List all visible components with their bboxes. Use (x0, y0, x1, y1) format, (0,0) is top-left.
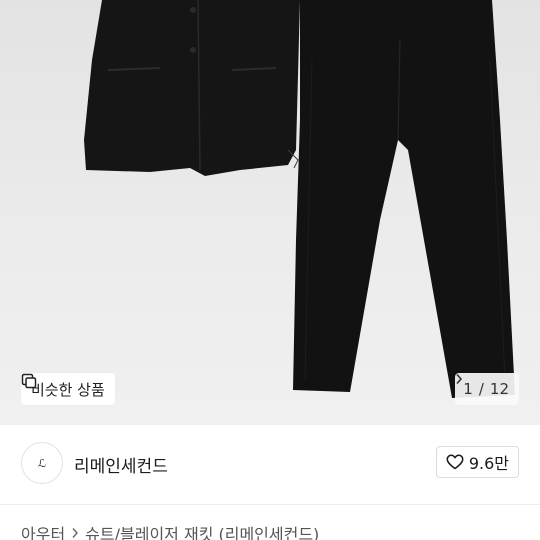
chevron-right-icon (456, 373, 463, 385)
similar-products-button[interactable]: 비슷한 상품 (21, 373, 115, 405)
seller-row[interactable]: ℒ 리메인세컨드 9.6만 (0, 425, 540, 505)
heart-icon (446, 454, 464, 470)
seller-name[interactable]: 리메인세컨드 (74, 452, 168, 477)
jacket-shape (84, 0, 300, 176)
similar-items-icon (21, 373, 37, 389)
suit-photo (84, 0, 515, 398)
breadcrumb: 아우터 슈트/블레이저 재킷 (리메인세컨드) (21, 521, 319, 540)
like-count: 9.6만 (468, 454, 509, 473)
image-page-counter[interactable]: 1 / 12 (455, 373, 519, 405)
chevron-right-icon (72, 528, 79, 538)
breadcrumb-category[interactable]: 아우터 (21, 521, 65, 540)
trousers-shape (293, 0, 515, 398)
breadcrumb-product[interactable]: 슈트/블레이저 재킷 (리메인세컨드) (85, 521, 319, 540)
similar-products-label: 비슷한 상품 (31, 380, 105, 399)
product-image[interactable]: 비슷한 상품 1 / 12 (0, 0, 540, 425)
page-separator: / (478, 380, 484, 398)
seller-avatar[interactable]: ℒ (21, 442, 63, 484)
seller-logo-mark: ℒ (38, 456, 46, 470)
page-total: 12 (489, 380, 509, 398)
page-current: 1 (463, 380, 473, 398)
like-button[interactable]: 9.6만 (435, 446, 519, 478)
